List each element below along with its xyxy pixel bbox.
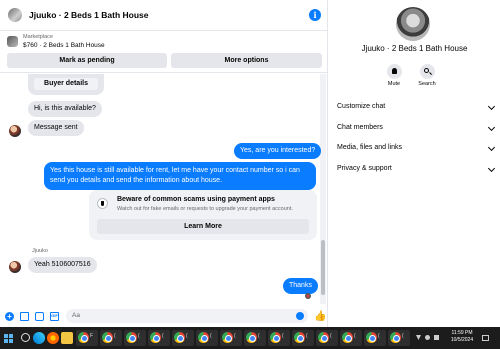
info-icon[interactable]: i: [309, 9, 321, 21]
buyer-details-card: Buyer details: [28, 74, 104, 95]
privacy-support-section[interactable]: Privacy & support: [337, 158, 496, 180]
taskbar-chrome-window[interactable]: (: [172, 330, 194, 346]
taskbar-chrome-window[interactable]: (: [196, 330, 218, 346]
image-icon[interactable]: [20, 312, 29, 321]
taskbar-chrome-window[interactable]: (: [124, 330, 146, 346]
search-button[interactable]: Search: [412, 64, 442, 87]
edge-icon[interactable]: [33, 332, 45, 344]
profile-picture[interactable]: [396, 7, 430, 41]
bell-icon: [386, 64, 402, 79]
page-title[interactable]: Jjuuko · 2 Beds 1 Bath House: [29, 10, 149, 20]
windows-start-icon[interactable]: [4, 334, 13, 343]
emoji-icon[interactable]: [296, 312, 304, 320]
taskbar-chrome-window[interactable]: (: [316, 330, 338, 346]
section-label: Privacy & support: [337, 165, 392, 172]
taskbar-chrome-window[interactable]: (: [148, 330, 170, 346]
more-options-button[interactable]: More options: [171, 53, 322, 68]
taskbar-chrome-window[interactable]: (: [340, 330, 362, 346]
volume-icon[interactable]: [434, 335, 439, 340]
chevron-up-icon[interactable]: [416, 335, 421, 340]
chevron-down-icon: [487, 123, 496, 132]
marketplace-label: Marketplace: [23, 34, 53, 40]
taskbar: F ( ( ( ( ( ( ( ( ( ( ( ( ( 11:59 PM 10/…: [0, 327, 500, 349]
message-bubble[interactable]: Yeah 5106007516: [28, 257, 97, 273]
clock-date: 10/5/2024: [450, 337, 474, 343]
warning-subtitle: Watch out for fake emails or requests to…: [117, 206, 293, 212]
sender-avatar[interactable]: [9, 261, 21, 273]
mark-as-pending-button[interactable]: Mark as pending: [7, 53, 167, 68]
profile-name: Jjuuko · 2 Beds 1 Bath House: [361, 44, 468, 53]
taskbar-chrome-window[interactable]: (: [364, 330, 386, 346]
taskbar-chrome-window[interactable]: (: [100, 330, 122, 346]
chat-pane: Jjuuko · 2 Beds 1 Bath House i Marketpla…: [0, 0, 328, 327]
taskbar-chrome-window[interactable]: (: [268, 330, 290, 346]
seen-indicator: [305, 293, 311, 299]
sender-avatar[interactable]: [9, 125, 21, 137]
search-icon: [419, 64, 435, 79]
taskbar-chrome-window[interactable]: (: [292, 330, 314, 346]
chevron-down-icon: [487, 102, 496, 111]
composer: + GIF Aa 👍: [0, 304, 328, 327]
section-label: Media, files and links: [337, 144, 402, 151]
mute-button[interactable]: Mute: [379, 64, 409, 87]
avatar[interactable]: [8, 8, 22, 22]
chevron-down-icon: [487, 164, 496, 173]
message-bubble-own[interactable]: Yes, are you interested?: [234, 143, 322, 159]
taskbar-chrome-window[interactable]: F: [76, 330, 98, 346]
message-bubble-own[interactable]: Thanks: [283, 278, 318, 294]
listing-thumbnail[interactable]: [7, 36, 18, 47]
message-input[interactable]: Aa: [66, 309, 308, 323]
buyer-details-button[interactable]: Buyer details: [34, 78, 98, 90]
chat-members-section[interactable]: Chat members: [337, 117, 496, 139]
clock-time: 11:59 PM: [451, 330, 473, 336]
plus-icon[interactable]: +: [5, 312, 14, 321]
chat-header: Jjuuko · 2 Beds 1 Bath House i: [0, 0, 328, 31]
warning-title: Beware of common scams using payment app…: [117, 196, 275, 203]
wifi-icon[interactable]: [425, 335, 430, 340]
taskbar-chrome-window[interactable]: (: [388, 330, 410, 346]
sender-name: Jjuuko: [32, 248, 48, 254]
customize-chat-section[interactable]: Customize chat: [337, 96, 496, 118]
sticker-icon[interactable]: [35, 312, 44, 321]
scrollbar-thumb[interactable]: [321, 240, 325, 295]
learn-more-button[interactable]: Learn More: [97, 219, 309, 234]
chevron-down-icon: [487, 143, 496, 152]
message-line: Yes this house is still available for re…: [50, 167, 300, 174]
system-clock[interactable]: 11:59 PM 10/5/2024: [448, 330, 476, 344]
taskbar-chrome-window[interactable]: (: [220, 330, 242, 346]
message-bubble[interactable]: Hi, is this available?: [28, 101, 102, 117]
thumbs-up-icon[interactable]: 👍: [314, 312, 326, 322]
message-line: send you details and send the informatio…: [50, 177, 223, 184]
message-bubble-own[interactable]: Yes this house is still available for re…: [44, 162, 316, 190]
shield-icon: [97, 198, 108, 209]
search-label: Search: [418, 81, 436, 87]
notification-icon[interactable]: [482, 335, 489, 341]
info-pane: Jjuuko · 2 Beds 1 Bath House Mute Search…: [329, 0, 500, 327]
marketplace-bar: Marketplace $760 · 2 Beds 1 Bath House M…: [0, 31, 328, 73]
taskbar-chrome-window[interactable]: (: [244, 330, 266, 346]
section-label: Chat members: [337, 124, 383, 131]
firefox-icon[interactable]: [47, 332, 59, 344]
gif-icon[interactable]: GIF: [50, 312, 59, 321]
search-icon[interactable]: [21, 333, 30, 342]
listing-title[interactable]: $760 · 2 Beds 1 Bath House: [23, 42, 105, 49]
scam-warning-card: Beware of common scams using payment app…: [89, 190, 317, 240]
mute-label: Mute: [387, 81, 401, 87]
message-bubble[interactable]: Message sent: [28, 120, 84, 136]
file-explorer-icon[interactable]: [61, 332, 73, 344]
media-files-links-section[interactable]: Media, files and links: [337, 137, 496, 159]
section-label: Customize chat: [337, 103, 386, 110]
